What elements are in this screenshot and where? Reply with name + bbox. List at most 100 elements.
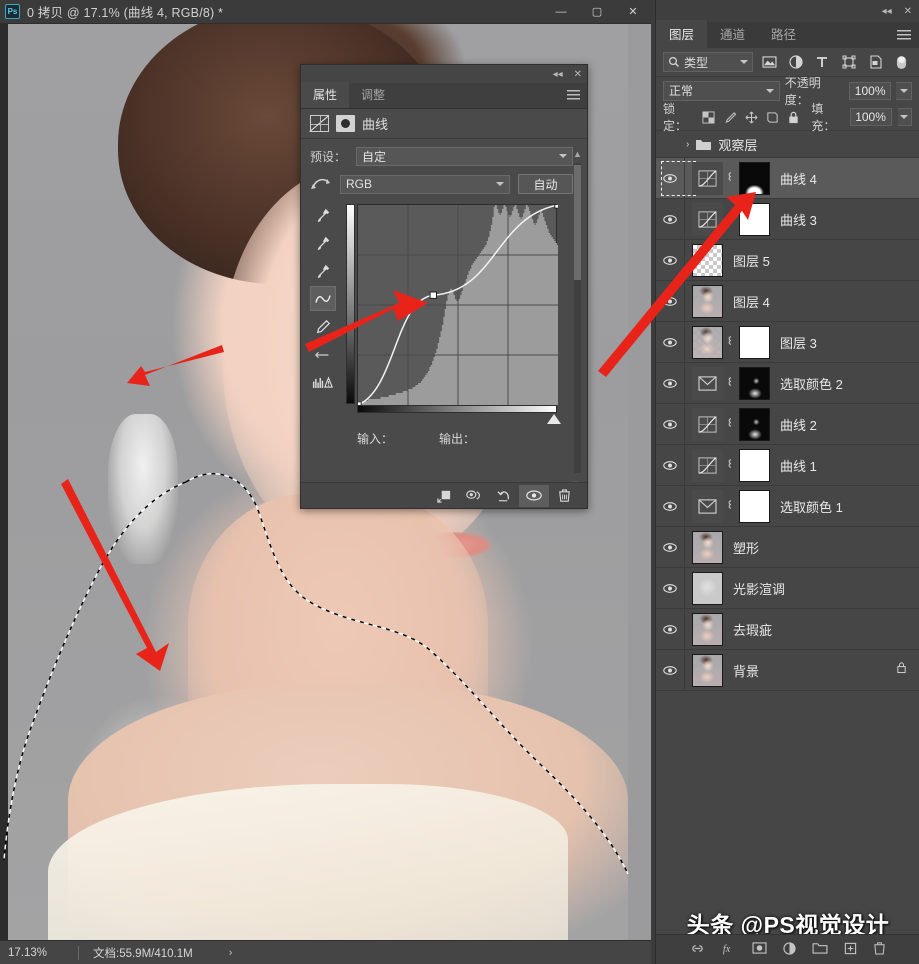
layer-thumbnail[interactable] <box>692 530 723 564</box>
adjustment-thumbnail-icon[interactable] <box>692 366 723 400</box>
collapse-icon[interactable]: ◂◂ <box>882 6 892 17</box>
panel-menu-icon[interactable] <box>567 90 580 100</box>
layer-visibility-toggle[interactable] <box>656 362 685 404</box>
filter-pixel-icon[interactable] <box>759 52 780 72</box>
smooth-curve-icon[interactable] <box>310 342 336 367</box>
zoom-level[interactable]: 17.13% <box>0 947 78 959</box>
link-mask-icon[interactable] <box>726 416 736 432</box>
layer-visibility-toggle[interactable] <box>656 280 685 322</box>
tab-adjustments[interactable]: 调整 <box>349 82 397 108</box>
layer-mask-thumbnail[interactable] <box>739 325 770 359</box>
clip-to-layer-icon[interactable] <box>429 485 459 507</box>
layer-visibility-toggle[interactable] <box>656 444 685 486</box>
link-layers-icon[interactable] <box>690 942 705 958</box>
table-row[interactable]: 曲线 2 <box>656 403 919 445</box>
fill-value[interactable]: 100% <box>849 108 892 126</box>
layer-thumbnails[interactable] <box>685 612 723 646</box>
layer-thumbnails[interactable] <box>685 366 770 400</box>
scroll-up-icon[interactable]: ▲ <box>571 149 584 159</box>
table-row[interactable]: 塑形 <box>656 526 919 568</box>
layer-thumbnails[interactable] <box>685 284 723 318</box>
adjustment-thumbnail-icon[interactable] <box>692 202 723 236</box>
layer-visibility-toggle[interactable] <box>656 403 685 445</box>
filter-shape-icon[interactable] <box>838 52 859 72</box>
layer-group-row[interactable]: › 观察层 <box>656 131 919 158</box>
opacity-value[interactable]: 100% <box>849 81 892 100</box>
tab-layers[interactable]: 图层 <box>656 20 708 48</box>
layer-thumbnails[interactable] <box>685 407 770 441</box>
close-icon[interactable]: ✕ <box>904 6 912 17</box>
filter-kind-select[interactable]: 类型 <box>663 52 753 72</box>
layer-thumbnail[interactable] <box>692 571 723 605</box>
tab-channels[interactable]: 通道 <box>707 20 758 48</box>
status-chevron-icon[interactable]: › <box>193 947 233 959</box>
maximize-button[interactable]: ▢ <box>579 0 615 24</box>
panel-menu-icon[interactable] <box>897 30 911 40</box>
collapse-icon[interactable]: ◂◂ <box>553 69 563 80</box>
table-row[interactable]: 选取颜色 1 <box>656 485 919 527</box>
group-expand-icon[interactable]: › <box>686 139 689 150</box>
lock-artboard-icon[interactable] <box>765 109 780 126</box>
layer-mask-thumbnail[interactable] <box>739 366 770 400</box>
black-point-slider[interactable] <box>352 415 364 424</box>
link-mask-icon[interactable] <box>726 170 736 186</box>
channel-select[interactable]: RGB <box>340 174 510 194</box>
layer-visibility-toggle[interactable] <box>656 198 685 240</box>
delete-layer-icon[interactable] <box>873 941 886 958</box>
curve-graph[interactable] <box>354 201 562 409</box>
layer-visibility-toggle[interactable] <box>656 526 685 568</box>
table-row[interactable]: 光影渲调 <box>656 567 919 609</box>
close-icon[interactable]: ✕ <box>574 69 582 80</box>
toggle-visibility-icon[interactable] <box>519 484 549 507</box>
layer-thumbnails[interactable] <box>685 571 723 605</box>
adjustment-thumbnail-icon[interactable] <box>692 448 723 482</box>
adjustment-thumbnail-icon[interactable] <box>692 407 723 441</box>
layer-thumbnails[interactable] <box>685 243 723 277</box>
opacity-dropdown-icon[interactable] <box>896 81 912 100</box>
layer-thumbnail[interactable] <box>692 653 723 687</box>
table-row[interactable]: 背景 <box>656 649 919 691</box>
layer-thumbnails[interactable] <box>685 530 723 564</box>
filter-adjustment-icon[interactable] <box>785 52 806 72</box>
eyedropper-black-icon[interactable] <box>310 202 336 227</box>
tab-properties[interactable]: 属性 <box>301 82 350 108</box>
layer-thumbnail[interactable] <box>692 325 723 359</box>
filter-type-icon[interactable] <box>812 52 833 72</box>
adjustment-thumbnail-icon[interactable] <box>692 161 723 195</box>
layer-thumbnails[interactable] <box>685 161 770 195</box>
layer-visibility-toggle[interactable] <box>656 321 685 363</box>
new-layer-icon[interactable] <box>844 942 857 958</box>
layer-mask-thumbnail[interactable] <box>739 448 770 482</box>
table-row[interactable]: 图层 5 <box>656 239 919 281</box>
lock-all-icon[interactable] <box>786 109 801 126</box>
layer-thumbnails[interactable] <box>685 653 723 687</box>
eyedropper-white-icon[interactable] <box>310 258 336 283</box>
view-previous-state-icon[interactable] <box>459 485 489 507</box>
filter-toggle-icon[interactable] <box>891 52 912 72</box>
link-mask-icon[interactable] <box>726 375 736 391</box>
properties-scrollbar[interactable]: ▲ ▼ <box>571 149 584 489</box>
link-mask-icon[interactable] <box>726 211 736 227</box>
histogram-warning-icon[interactable] <box>310 370 336 395</box>
mask-thumbnail-icon[interactable] <box>336 115 355 132</box>
reset-adjustment-icon[interactable] <box>489 485 519 507</box>
preset-select[interactable]: 自定 <box>356 146 573 166</box>
minimize-button[interactable]: — <box>543 0 579 24</box>
add-mask-icon[interactable] <box>752 942 767 957</box>
lock-position-icon[interactable] <box>744 109 759 126</box>
curve-pencil-tool-icon[interactable] <box>310 286 336 311</box>
layer-style-icon[interactable]: fx <box>721 942 736 958</box>
pencil-tool-icon[interactable] <box>310 314 336 339</box>
filter-smart-object-icon[interactable] <box>865 52 886 72</box>
layer-thumbnail[interactable] <box>692 284 723 318</box>
close-button[interactable]: ✕ <box>615 0 651 24</box>
layer-visibility-toggle[interactable] <box>656 239 685 281</box>
layer-thumbnail[interactable] <box>692 243 723 277</box>
link-mask-icon[interactable] <box>726 457 736 473</box>
layer-thumbnails[interactable] <box>685 202 770 236</box>
layer-visibility-toggle[interactable] <box>656 485 685 527</box>
layer-mask-thumbnail[interactable] <box>739 202 770 236</box>
blend-mode-select[interactable]: 正常 <box>663 80 780 101</box>
layer-visibility-toggle[interactable] <box>656 567 685 609</box>
new-group-icon[interactable] <box>812 942 828 957</box>
